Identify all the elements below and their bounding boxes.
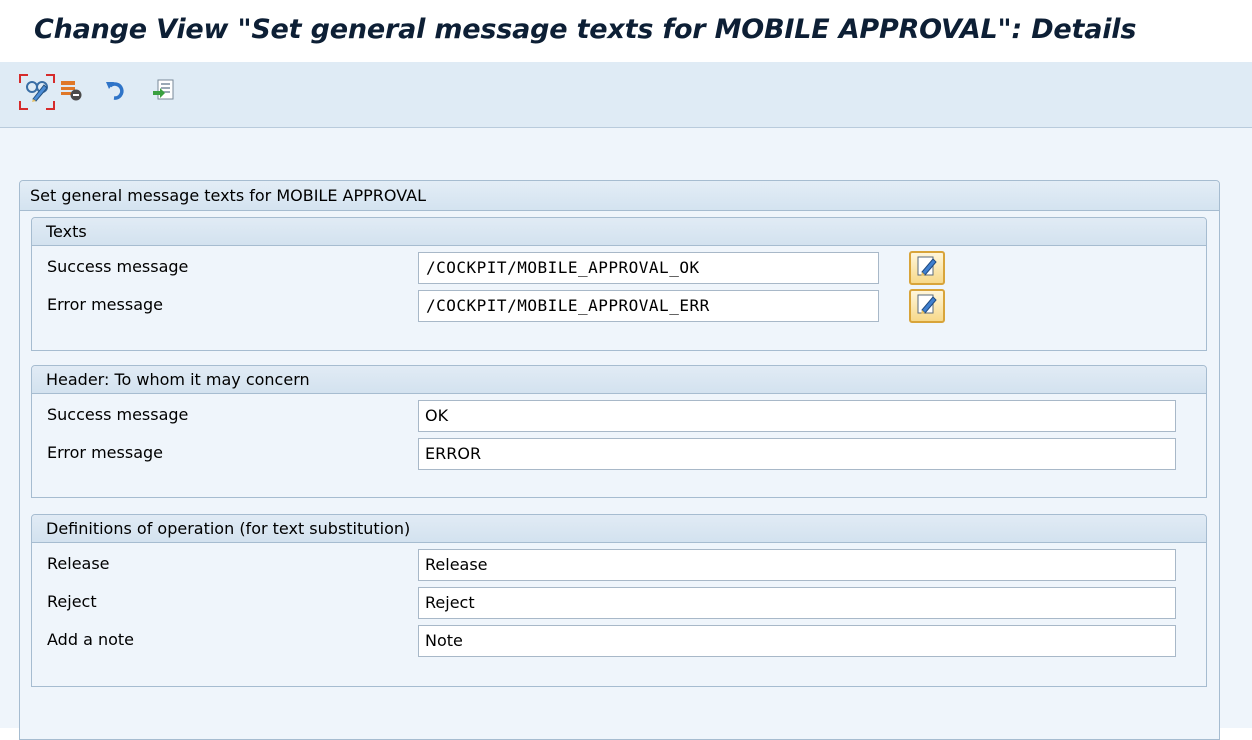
- texts-group-title: Texts: [32, 218, 1206, 246]
- header-error-field[interactable]: ERROR: [418, 438, 1176, 470]
- success-message-text-field[interactable]: /COCKPIT/MOBILE_APPROVAL_OK: [418, 252, 879, 284]
- transport-icon: [152, 78, 176, 106]
- edit-text-icon: [916, 293, 938, 319]
- success-message-text-row: Success message /COCKPIT/MOBILE_APPROVAL…: [32, 251, 1206, 285]
- release-field[interactable]: Release: [418, 549, 1176, 581]
- operation-group-title: Definitions of operation (for text subst…: [32, 515, 1206, 543]
- page-title: Change View "Set general message texts f…: [34, 14, 1137, 45]
- success-message-text-label: Success message: [47, 257, 189, 276]
- undo-icon: [105, 78, 129, 106]
- header-success-row: Success message OK: [32, 399, 1206, 433]
- error-message-text-field[interactable]: /COCKPIT/MOBILE_APPROVAL_ERR: [418, 290, 879, 322]
- header-error-row: Error message ERROR: [32, 437, 1206, 471]
- display-change-button[interactable]: [19, 74, 55, 110]
- edit-success-text-button[interactable]: [909, 251, 945, 285]
- main-area: Set general message texts for MOBILE APP…: [0, 128, 1252, 740]
- release-label: Release: [47, 554, 110, 573]
- title-bar: Change View "Set general message texts f…: [0, 0, 1252, 62]
- reject-label: Reject: [47, 592, 97, 611]
- error-message-text-row: Error message /COCKPIT/MOBILE_APPROVAL_E…: [32, 289, 1206, 323]
- outer-group-title: Set general message texts for MOBILE APP…: [20, 181, 1219, 211]
- outer-group-box: Set general message texts for MOBILE APP…: [19, 180, 1220, 740]
- delete-entry-button[interactable]: [53, 74, 89, 110]
- transport-button[interactable]: [146, 74, 182, 110]
- application-toolbar: [0, 62, 1252, 128]
- header-success-label: Success message: [47, 405, 189, 424]
- reject-field[interactable]: Reject: [418, 587, 1176, 619]
- operation-group: Definitions of operation (for text subst…: [31, 514, 1207, 687]
- texts-group: Texts Success message /COCKPIT/MOBILE_AP…: [31, 217, 1207, 351]
- add-note-label: Add a note: [47, 630, 134, 649]
- header-error-label: Error message: [47, 443, 163, 462]
- add-note-field[interactable]: Note: [418, 625, 1176, 657]
- edit-error-text-button[interactable]: [909, 289, 945, 323]
- add-note-row: Add a note Note: [32, 624, 1206, 658]
- header-success-field[interactable]: OK: [418, 400, 1176, 432]
- header-group: Header: To whom it may concern Success m…: [31, 365, 1207, 498]
- error-message-text-label: Error message: [47, 295, 163, 314]
- edit-text-icon: [916, 255, 938, 281]
- undo-button[interactable]: [99, 74, 135, 110]
- release-row: Release Release: [32, 548, 1206, 582]
- delete-entry-icon: [59, 78, 83, 106]
- reject-row: Reject Reject: [32, 586, 1206, 620]
- header-group-title: Header: To whom it may concern: [32, 366, 1206, 394]
